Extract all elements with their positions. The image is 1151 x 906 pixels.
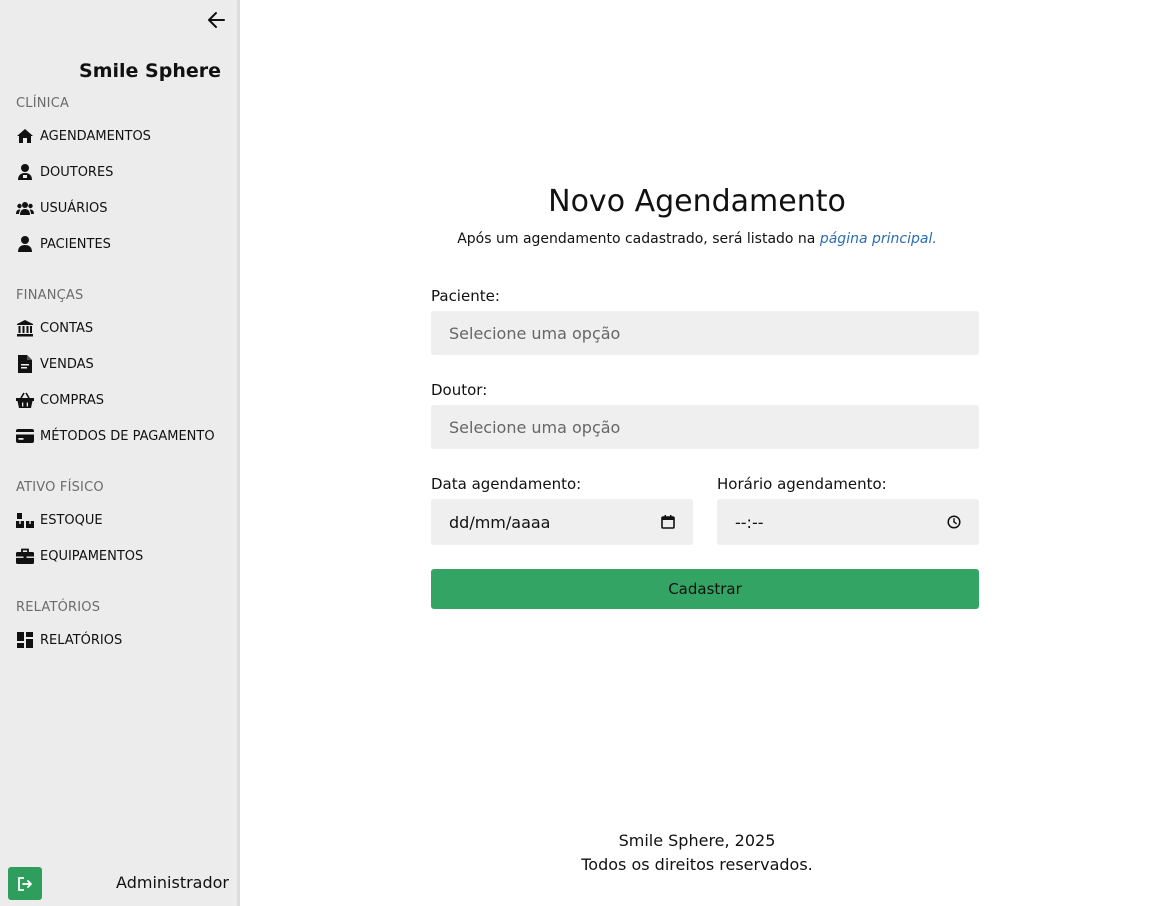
sidebar-item-pacientes[interactable]: PACIENTES [16, 232, 111, 256]
home-icon [16, 127, 34, 145]
sidebar-item-label: COMPRAS [40, 392, 105, 408]
sidebar-item-label: VENDAS [40, 356, 94, 372]
section-label-relatorios: RELATÓRIOS [16, 600, 101, 615]
sidebar-item-doutores[interactable]: DOUTORES [16, 160, 113, 184]
time-input-value: --:-- [735, 512, 764, 532]
home-page-link[interactable]: página principal. [820, 231, 937, 247]
sidebar-item-label: USUÁRIOS [40, 200, 108, 216]
submit-button[interactable]: Cadastrar [431, 569, 979, 609]
dashboard-icon [16, 631, 34, 649]
sidebar-item-label: RELATÓRIOS [40, 632, 123, 648]
user-icon [16, 235, 34, 253]
main-content: Novo Agendamento Após um agendamento cad… [243, 0, 1151, 906]
section-label-clinica: CLÍNICA [16, 96, 70, 111]
current-user-name: Administrador [116, 873, 229, 892]
basket-icon [16, 391, 34, 409]
calendar-icon[interactable] [661, 515, 675, 529]
sidebar-item-label: DOUTORES [40, 164, 114, 180]
sidebar-item-contas[interactable]: CONTAS [16, 316, 93, 340]
date-input-value: dd/mm/aaaa [449, 512, 551, 532]
time-input[interactable]: --:-- [717, 499, 979, 545]
arrow-left-icon [208, 12, 225, 28]
sidebar-item-equipamentos[interactable]: EQUIPAMENTOS [16, 544, 143, 568]
date-label: Data agendamento: [431, 475, 582, 493]
sidebar-item-metodos-de-pagamento[interactable]: MÉTODOS DE PAGAMENTO [16, 424, 215, 448]
credit-card-icon [16, 427, 34, 445]
section-label-ativo-fisico: ATIVO FÍSICO [16, 480, 104, 495]
sidebar-item-label: AGENDAMENTOS [40, 128, 151, 144]
patient-label: Paciente: [431, 287, 500, 305]
page-title: Novo Agendamento [548, 184, 846, 219]
sidebar-item-usuarios[interactable]: USUÁRIOS [16, 196, 108, 220]
doctor-icon [16, 163, 34, 181]
patient-select[interactable]: Selecione uma opção [431, 311, 979, 355]
sidebar-item-agendamentos[interactable]: AGENDAMENTOS [16, 124, 151, 148]
page-subtitle: Após um agendamento cadastrado, será lis… [243, 231, 1151, 247]
boxes-icon [16, 511, 34, 529]
footer-rights: Todos os direitos reservados. [581, 855, 813, 874]
sidebar-item-compras[interactable]: COMPRAS [16, 388, 104, 412]
sidebar-item-label: MÉTODOS DE PAGAMENTO [40, 428, 215, 444]
sidebar-item-estoque[interactable]: ESTOQUE [16, 508, 103, 532]
sidebar-item-label: EQUIPAMENTOS [40, 548, 144, 564]
sidebar-item-vendas[interactable]: VENDAS [16, 352, 94, 376]
sidebar-item-label: CONTAS [40, 320, 94, 336]
users-icon [16, 199, 34, 217]
doctor-select[interactable]: Selecione uma opção [431, 405, 979, 449]
toolbox-icon [16, 547, 34, 565]
bank-icon [16, 319, 34, 337]
doctor-select-placeholder: Selecione uma opção [449, 417, 621, 437]
sidebar-item-label: ESTOQUE [40, 512, 103, 528]
sign-out-icon [18, 876, 32, 891]
doctor-label: Doutor: [431, 381, 488, 399]
footer-brand: Smile Sphere, 2025 [618, 831, 776, 850]
clock-icon[interactable] [947, 515, 961, 529]
sidebar: Smile Sphere CLÍNICA AGENDAMENTOS DOUTOR… [0, 0, 240, 906]
logout-button[interactable] [8, 867, 42, 900]
sidebar-brand: Smile Sphere [79, 60, 221, 82]
collapse-sidebar-button[interactable] [205, 9, 227, 31]
invoice-icon [16, 355, 34, 373]
section-label-financas: FINANÇAS [16, 288, 84, 303]
time-label: Horário agendamento: [717, 475, 887, 493]
subtitle-text: Após um agendamento cadastrado, será lis… [457, 231, 820, 247]
sidebar-item-label: PACIENTES [40, 236, 111, 252]
sidebar-item-relatorios[interactable]: RELATÓRIOS [16, 628, 122, 652]
date-input[interactable]: dd/mm/aaaa [431, 499, 693, 545]
patient-select-placeholder: Selecione uma opção [449, 323, 621, 343]
